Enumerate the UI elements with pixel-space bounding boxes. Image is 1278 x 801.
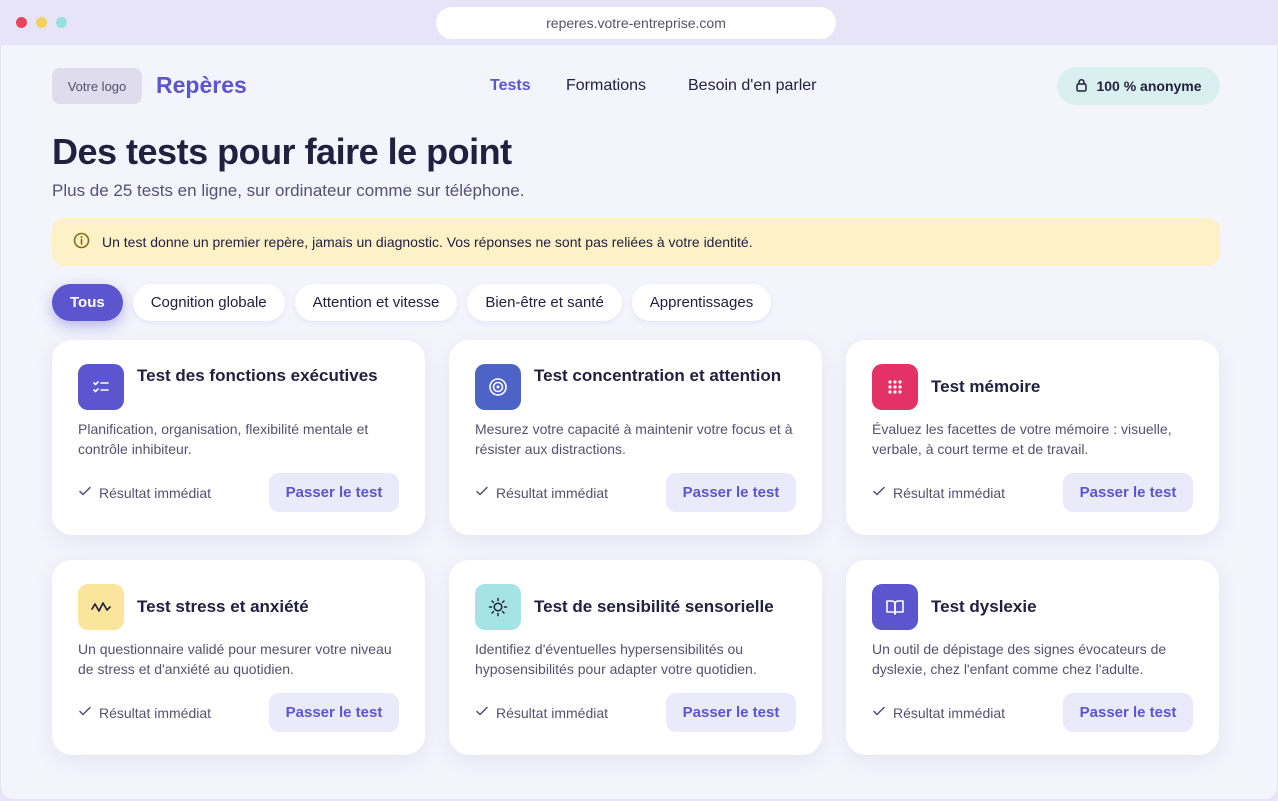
test-card-stress-anxiete: Test stress et anxiété Un questionnaire … [52, 560, 425, 755]
card-description: Planification, organisation, flexibilité… [78, 421, 369, 457]
card-result: Résultat immédiat [872, 704, 1005, 721]
start-test-button[interactable]: Passer le test [269, 693, 399, 732]
card-result: Résultat immédiat [475, 484, 608, 501]
lock-icon [1075, 78, 1088, 95]
anonymous-badge: 100 % anonyme [1057, 67, 1220, 105]
filter-chips: Tous Cognition globale Attention et vite… [52, 284, 772, 321]
card-result: Résultat immédiat [78, 704, 211, 721]
check-icon [872, 704, 886, 721]
card-title: Test des fonctions exécutives [137, 366, 378, 385]
card-title: Test dyslexie [931, 597, 1037, 616]
anonymous-badge-label: 100 % anonyme [1096, 78, 1202, 94]
checklist-icon [78, 364, 124, 410]
book-icon [872, 584, 918, 630]
filter-attention-et-vitesse[interactable]: Attention et vitesse [294, 284, 458, 321]
test-card-memoire: Test mémoire Évaluez les facettes de vot… [846, 340, 1219, 535]
card-result-label: Résultat immédiat [496, 484, 609, 501]
card-description: Identifiez d'éventuelles hypersensibilit… [475, 641, 757, 677]
check-icon [78, 484, 92, 501]
card-description: Un questionnaire validé pour mesurer vot… [78, 641, 392, 677]
card-description: Mesurez votre capacité à maintenir votre… [475, 421, 793, 457]
check-icon [475, 484, 489, 501]
card-title: Test mémoire [931, 377, 1041, 396]
test-card-concentration-attention: Test concentration et attention Mesurez … [449, 340, 822, 535]
brand-name[interactable]: Repères [156, 72, 247, 99]
card-title: Test stress et anxiété [137, 597, 309, 616]
start-test-button[interactable]: Passer le test [1063, 693, 1193, 732]
nav-besoin-d-en-parler[interactable]: Besoin d'en parler [688, 77, 816, 95]
nav-tests[interactable]: Tests [490, 77, 531, 95]
card-result-label: Résultat immédiat [99, 704, 212, 721]
filter-tous[interactable]: Tous [52, 284, 123, 321]
card-result: Résultat immédiat [872, 484, 1005, 501]
filter-apprentissages[interactable]: Apprentissages [631, 284, 772, 321]
info-icon [73, 232, 90, 252]
check-icon [475, 704, 489, 721]
filter-cognition-globale[interactable]: Cognition globale [132, 284, 285, 321]
sun-icon [475, 584, 521, 630]
card-result-label: Résultat immédiat [496, 704, 609, 721]
page-title: Des tests pour faire le point [52, 131, 512, 172]
target-icon [475, 364, 521, 410]
grid-dots-icon [872, 364, 918, 410]
card-description: Évaluez les facettes de votre mémoire : … [872, 421, 1172, 457]
card-result-label: Résultat immédiat [893, 704, 1006, 721]
test-card-dyslexie: Test dyslexie Un outil de dépistage des … [846, 560, 1219, 755]
window-minimize-dot[interactable] [36, 17, 47, 28]
test-card-sensibilite-sensorielle: Test de sensibilité sensorielle Identifi… [449, 560, 822, 755]
filter-bien-etre-et-sante[interactable]: Bien-être et santé [467, 284, 622, 321]
start-test-button[interactable]: Passer le test [269, 473, 399, 512]
notice-banner: Un test donne un premier repère, jamais … [52, 218, 1220, 266]
nav-formations[interactable]: Formations [566, 77, 646, 95]
start-test-button[interactable]: Passer le test [666, 693, 796, 732]
card-title: Test de sensibilité sensorielle [534, 597, 774, 616]
card-result: Résultat immédiat [475, 704, 608, 721]
address-bar[interactable]: reperes.votre-entreprise.com [436, 7, 836, 39]
card-result-label: Résultat immédiat [893, 484, 1006, 501]
card-result-label: Résultat immédiat [99, 484, 212, 501]
notice-text: Un test donne un premier repère, jamais … [102, 234, 753, 250]
window-close-dot[interactable] [16, 17, 27, 28]
card-result: Résultat immédiat [78, 484, 211, 501]
check-icon [78, 704, 92, 721]
card-title: Test concentration et attention [534, 366, 782, 385]
test-card-fonctions-executives: Test des fonctions exécutives Planificat… [52, 340, 425, 535]
card-description: Un outil de dépistage des signes évocate… [872, 641, 1167, 677]
page-subtitle: Plus de 25 tests en ligne, sur ordinateu… [52, 181, 525, 200]
wave-icon [78, 584, 124, 630]
check-icon [872, 484, 886, 501]
window-maximize-dot[interactable] [56, 17, 67, 28]
start-test-button[interactable]: Passer le test [1063, 473, 1193, 512]
page: Votre logo Repères Tests Formations Beso… [1, 45, 1277, 799]
start-test-button[interactable]: Passer le test [666, 473, 796, 512]
browser-toolbar: reperes.votre-entreprise.com [0, 0, 1278, 45]
logo-placeholder[interactable]: Votre logo [52, 68, 142, 104]
